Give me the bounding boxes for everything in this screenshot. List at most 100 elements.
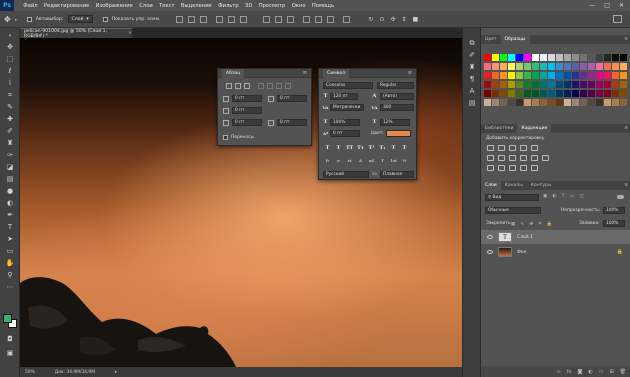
posterize-icon[interactable]: [498, 165, 505, 171]
character-panel-icon[interactable]: A: [467, 86, 477, 96]
threshold-icon[interactable]: [509, 165, 516, 171]
color-swatch[interactable]: [492, 72, 499, 79]
align-bottom-icon[interactable]: [200, 15, 208, 23]
tab-channels[interactable]: Каналы: [501, 181, 527, 190]
color-swatch[interactable]: [588, 72, 595, 79]
color-swatch[interactable]: [540, 72, 547, 79]
color-swatch[interactable]: [580, 72, 587, 79]
color-swatch[interactable]: [492, 90, 499, 97]
color-swatch[interactable]: [580, 99, 587, 106]
text-style-button[interactable]: T: [335, 145, 342, 152]
baseline-shift-field[interactable]: 0 пт: [330, 130, 360, 137]
color-swatch[interactable]: [604, 99, 611, 106]
3d-orbit-icon[interactable]: ↻: [368, 16, 373, 23]
tab-color[interactable]: Цвет: [481, 35, 501, 44]
align-vcenter-icon[interactable]: [188, 15, 196, 23]
color-swatch[interactable]: [508, 72, 515, 79]
color-swatch[interactable]: [580, 81, 587, 88]
color-swatch[interactable]: [524, 63, 531, 70]
space-after-field[interactable]: 0 пт: [277, 119, 307, 126]
layer-filter-select[interactable]: ⚲ Вид: [485, 194, 539, 201]
clone-stamp-tool-icon[interactable]: ♜: [5, 138, 15, 148]
clone-source-icon[interactable]: ♜: [467, 62, 477, 72]
text-style-button[interactable]: T₁: [379, 145, 386, 152]
layer-row-layer1[interactable]: T Слой 1: [481, 230, 630, 244]
levels-icon[interactable]: [498, 145, 505, 151]
color-swatch[interactable]: [612, 63, 619, 70]
delete-layer-icon[interactable]: 🗑: [620, 369, 626, 375]
color-swatch[interactable]: [500, 54, 507, 61]
color-swatch[interactable]: [620, 99, 627, 106]
visibility-eye-icon[interactable]: [487, 250, 493, 254]
channel-mixer-icon[interactable]: [531, 155, 538, 161]
color-swatch[interactable]: [604, 72, 611, 79]
color-swatch[interactable]: [556, 54, 563, 61]
color-swatch[interactable]: [516, 81, 523, 88]
color-swatch[interactable]: [540, 63, 547, 70]
autoselect-select[interactable]: Слой ▾: [67, 15, 93, 23]
curves-icon[interactable]: [509, 145, 516, 151]
tracking-field[interactable]: 300: [380, 104, 414, 111]
move-tool-icon[interactable]: ✥: [5, 42, 15, 52]
opentype-button[interactable]: ½: [401, 157, 408, 164]
distribute-vcenter-icon[interactable]: [275, 15, 283, 23]
tool-preset-dropdown[interactable]: ▾: [15, 17, 17, 22]
color-swatch[interactable]: [596, 90, 603, 97]
language-select[interactable]: Русский: [323, 171, 369, 178]
foreground-color-swatch[interactable]: [3, 314, 12, 323]
color-swatch[interactable]: [564, 90, 571, 97]
layer-name[interactable]: Фон: [517, 250, 527, 255]
align-left-icon[interactable]: [216, 15, 224, 23]
3d-scale-icon[interactable]: ■: [413, 16, 419, 23]
brush-tool-icon[interactable]: ✐: [5, 126, 15, 136]
color-swatch[interactable]: [572, 99, 579, 106]
color-swatch[interactable]: [524, 90, 531, 97]
color-swatch[interactable]: [548, 81, 555, 88]
color-swatch[interactable]: [556, 90, 563, 97]
layer-style-icon[interactable]: fx: [567, 369, 572, 375]
indent-first-line-field[interactable]: 0 пт: [232, 107, 262, 114]
visibility-eye-icon[interactable]: [487, 235, 493, 239]
color-swatch[interactable]: [484, 99, 491, 106]
color-swatch[interactable]: [588, 99, 595, 106]
color-swatch[interactable]: [492, 54, 499, 61]
quick-select-tool-icon[interactable]: ⌇: [5, 78, 15, 88]
text-style-button[interactable]: T¹: [368, 145, 375, 152]
space-before-field[interactable]: 0 пт: [232, 119, 262, 126]
text-style-button[interactable]: T: [401, 145, 408, 152]
color-swatch[interactable]: [620, 72, 627, 79]
color-swatch[interactable]: [516, 63, 523, 70]
color-swatch[interactable]: [532, 72, 539, 79]
color-swatch[interactable]: [524, 81, 531, 88]
justify-last-right-icon[interactable]: [276, 83, 282, 89]
hue-saturation-icon[interactable]: [487, 155, 494, 161]
3d-roll-icon[interactable]: ⊙: [379, 16, 384, 23]
menu-item[interactable]: Помощь: [309, 3, 337, 9]
add-mask-icon[interactable]: ◙: [577, 369, 582, 375]
swatches-menu-icon[interactable]: ≡: [620, 35, 630, 44]
color-swatch[interactable]: [516, 72, 523, 79]
paragraph-tab[interactable]: Абзац: [222, 68, 245, 78]
color-swatch[interactable]: [524, 99, 531, 106]
path-select-tool-icon[interactable]: ➤: [5, 234, 15, 244]
menu-item[interactable]: Текст: [156, 3, 178, 9]
align-left-text-icon[interactable]: [226, 83, 232, 89]
healing-brush-tool-icon[interactable]: ✚: [5, 114, 15, 124]
color-swatch[interactable]: [580, 54, 587, 61]
new-layer-icon[interactable]: ⊞: [609, 369, 613, 375]
color-swatch[interactable]: [564, 81, 571, 88]
paragraph-panel-menu-icon[interactable]: ≡: [303, 70, 307, 76]
text-style-button[interactable]: TT: [346, 145, 353, 152]
color-swatch[interactable]: [508, 63, 515, 70]
color-swatch[interactable]: [484, 63, 491, 70]
align-center-text-icon[interactable]: [235, 83, 241, 89]
brush-settings-icon[interactable]: ✐: [467, 50, 477, 60]
layer-filter-icons[interactable]: ▣ ◐ T ▭ ◫: [543, 194, 586, 199]
black-white-icon[interactable]: [509, 155, 516, 161]
align-top-icon[interactable]: [176, 15, 184, 23]
color-swatch[interactable]: [508, 54, 515, 61]
tab-layers[interactable]: Слои: [481, 181, 501, 190]
color-swatch[interactable]: [596, 99, 603, 106]
color-lookup-icon[interactable]: [542, 155, 549, 161]
distribute-bottom-icon[interactable]: [287, 15, 295, 23]
